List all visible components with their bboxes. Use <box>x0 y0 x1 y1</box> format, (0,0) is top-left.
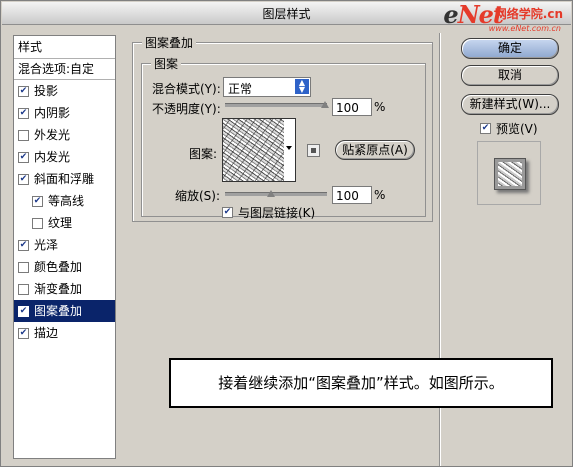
scale-slider-knob[interactable] <box>267 190 275 197</box>
style-item[interactable]: 投影 <box>14 80 115 102</box>
style-item-label: 投影 <box>34 84 59 98</box>
style-item[interactable]: 渐变叠加 <box>14 278 115 300</box>
preview-label: 预览(V) <box>496 122 538 136</box>
new-style-button[interactable]: 新建样式(W)... <box>461 94 559 115</box>
annotation-note: 接着继续添加“图案叠加”样式。如图所示。 <box>169 358 553 408</box>
scale-input[interactable]: 100 <box>332 186 372 204</box>
style-item-checkbox[interactable] <box>18 151 29 163</box>
opacity-label: 不透明度(Y): <box>152 102 221 116</box>
watermark-logo: eNet 网络学院.cn www.eNet.com.cn <box>402 0 567 34</box>
preview-square-icon <box>494 158 526 190</box>
updown-arrows-icon: ▲ ▼ <box>295 79 309 94</box>
link-with-layer-checkbox[interactable] <box>222 207 233 218</box>
style-item-label: 图案叠加 <box>34 304 83 318</box>
style-item-checkbox[interactable] <box>32 195 43 207</box>
blend-options-item[interactable]: 混合选项:自定 <box>14 59 115 80</box>
style-item-label: 颜色叠加 <box>34 260 83 274</box>
preview-checkbox[interactable] <box>480 123 491 134</box>
style-item-label: 内发光 <box>34 150 71 164</box>
style-item[interactable]: 图案叠加 <box>14 300 115 322</box>
style-item-label: 内阴影 <box>34 106 71 120</box>
blend-mode-value: 正常 <box>228 82 253 96</box>
opacity-slider[interactable] <box>225 103 327 107</box>
style-item-checkbox[interactable] <box>18 239 29 251</box>
pattern-overlay-title: 图案叠加 <box>142 34 197 51</box>
style-item[interactable]: 纹理 <box>14 212 115 234</box>
style-item-checkbox[interactable] <box>18 261 29 273</box>
link-with-layer[interactable]: 与图层链接(K) <box>222 204 315 221</box>
scale-slider[interactable] <box>225 192 327 196</box>
pattern-picker-dropdown[interactable] <box>284 118 296 182</box>
layer-style-dialog: 图层样式 eNet 网络学院.cn www.eNet.com.cn 样式 混合选… <box>0 0 573 467</box>
style-item-label: 光泽 <box>34 238 59 252</box>
style-item-checkbox[interactable] <box>18 327 29 339</box>
new-preset-icon[interactable] <box>307 144 320 157</box>
opacity-unit: % <box>374 100 386 114</box>
blend-mode-label: 混合模式(Y): <box>152 82 221 96</box>
style-preview-thumbnail <box>477 141 541 205</box>
style-item-checkbox[interactable] <box>32 217 43 229</box>
styles-list: 样式 混合选项:自定 投影内阴影外发光内发光斜面和浮雕等高线纹理光泽颜色叠加渐变… <box>13 35 116 459</box>
opacity-input[interactable]: 100 <box>332 98 372 116</box>
snap-to-origin-button[interactable]: 贴紧原点(A) <box>335 140 415 160</box>
style-item[interactable]: 描边 <box>14 322 115 344</box>
style-item-label: 等高线 <box>48 194 85 208</box>
style-item-label: 纹理 <box>48 216 73 230</box>
preview-toggle[interactable]: 预览(V) <box>480 120 538 137</box>
style-item-label: 外发光 <box>34 128 71 142</box>
title-bar[interactable]: 图层样式 eNet 网络学院.cn www.eNet.com.cn <box>2 0 571 33</box>
scale-unit: % <box>374 188 386 202</box>
style-item-label: 描边 <box>34 326 59 340</box>
cancel-button[interactable]: 取消 <box>461 65 559 86</box>
ok-button[interactable]: 确定 <box>461 38 559 59</box>
style-item[interactable]: 等高线 <box>14 190 115 212</box>
watermark-url: www.eNet.com.cn <box>488 24 561 33</box>
style-item-label: 斜面和浮雕 <box>34 172 95 186</box>
opacity-slider-knob[interactable] <box>321 101 329 108</box>
pattern-swatch[interactable] <box>222 118 286 182</box>
style-item[interactable]: 内发光 <box>14 146 115 168</box>
style-item-checkbox[interactable] <box>18 173 29 185</box>
pattern-label: 图案: <box>189 147 218 161</box>
style-item[interactable]: 颜色叠加 <box>14 256 115 278</box>
style-item-checkbox[interactable] <box>18 107 29 119</box>
watermark-cn: 网络学院.cn <box>494 7 563 21</box>
style-item[interactable]: 光泽 <box>14 234 115 256</box>
style-item-checkbox[interactable] <box>18 305 29 317</box>
style-item-checkbox[interactable] <box>18 129 29 141</box>
style-item-label: 渐变叠加 <box>34 282 83 296</box>
style-item-checkbox[interactable] <box>18 85 29 97</box>
style-item[interactable]: 内阴影 <box>14 102 115 124</box>
style-item[interactable]: 外发光 <box>14 124 115 146</box>
link-with-layer-label: 与图层链接(K) <box>238 206 316 220</box>
scale-label: 缩放(S): <box>175 189 221 203</box>
pattern-subgroup-title: 图案 <box>151 55 182 72</box>
styles-header[interactable]: 样式 <box>14 36 115 59</box>
style-item[interactable]: 斜面和浮雕 <box>14 168 115 190</box>
style-item-checkbox[interactable] <box>18 283 29 295</box>
blend-mode-select[interactable]: 正常 ▲ ▼ <box>223 77 311 97</box>
